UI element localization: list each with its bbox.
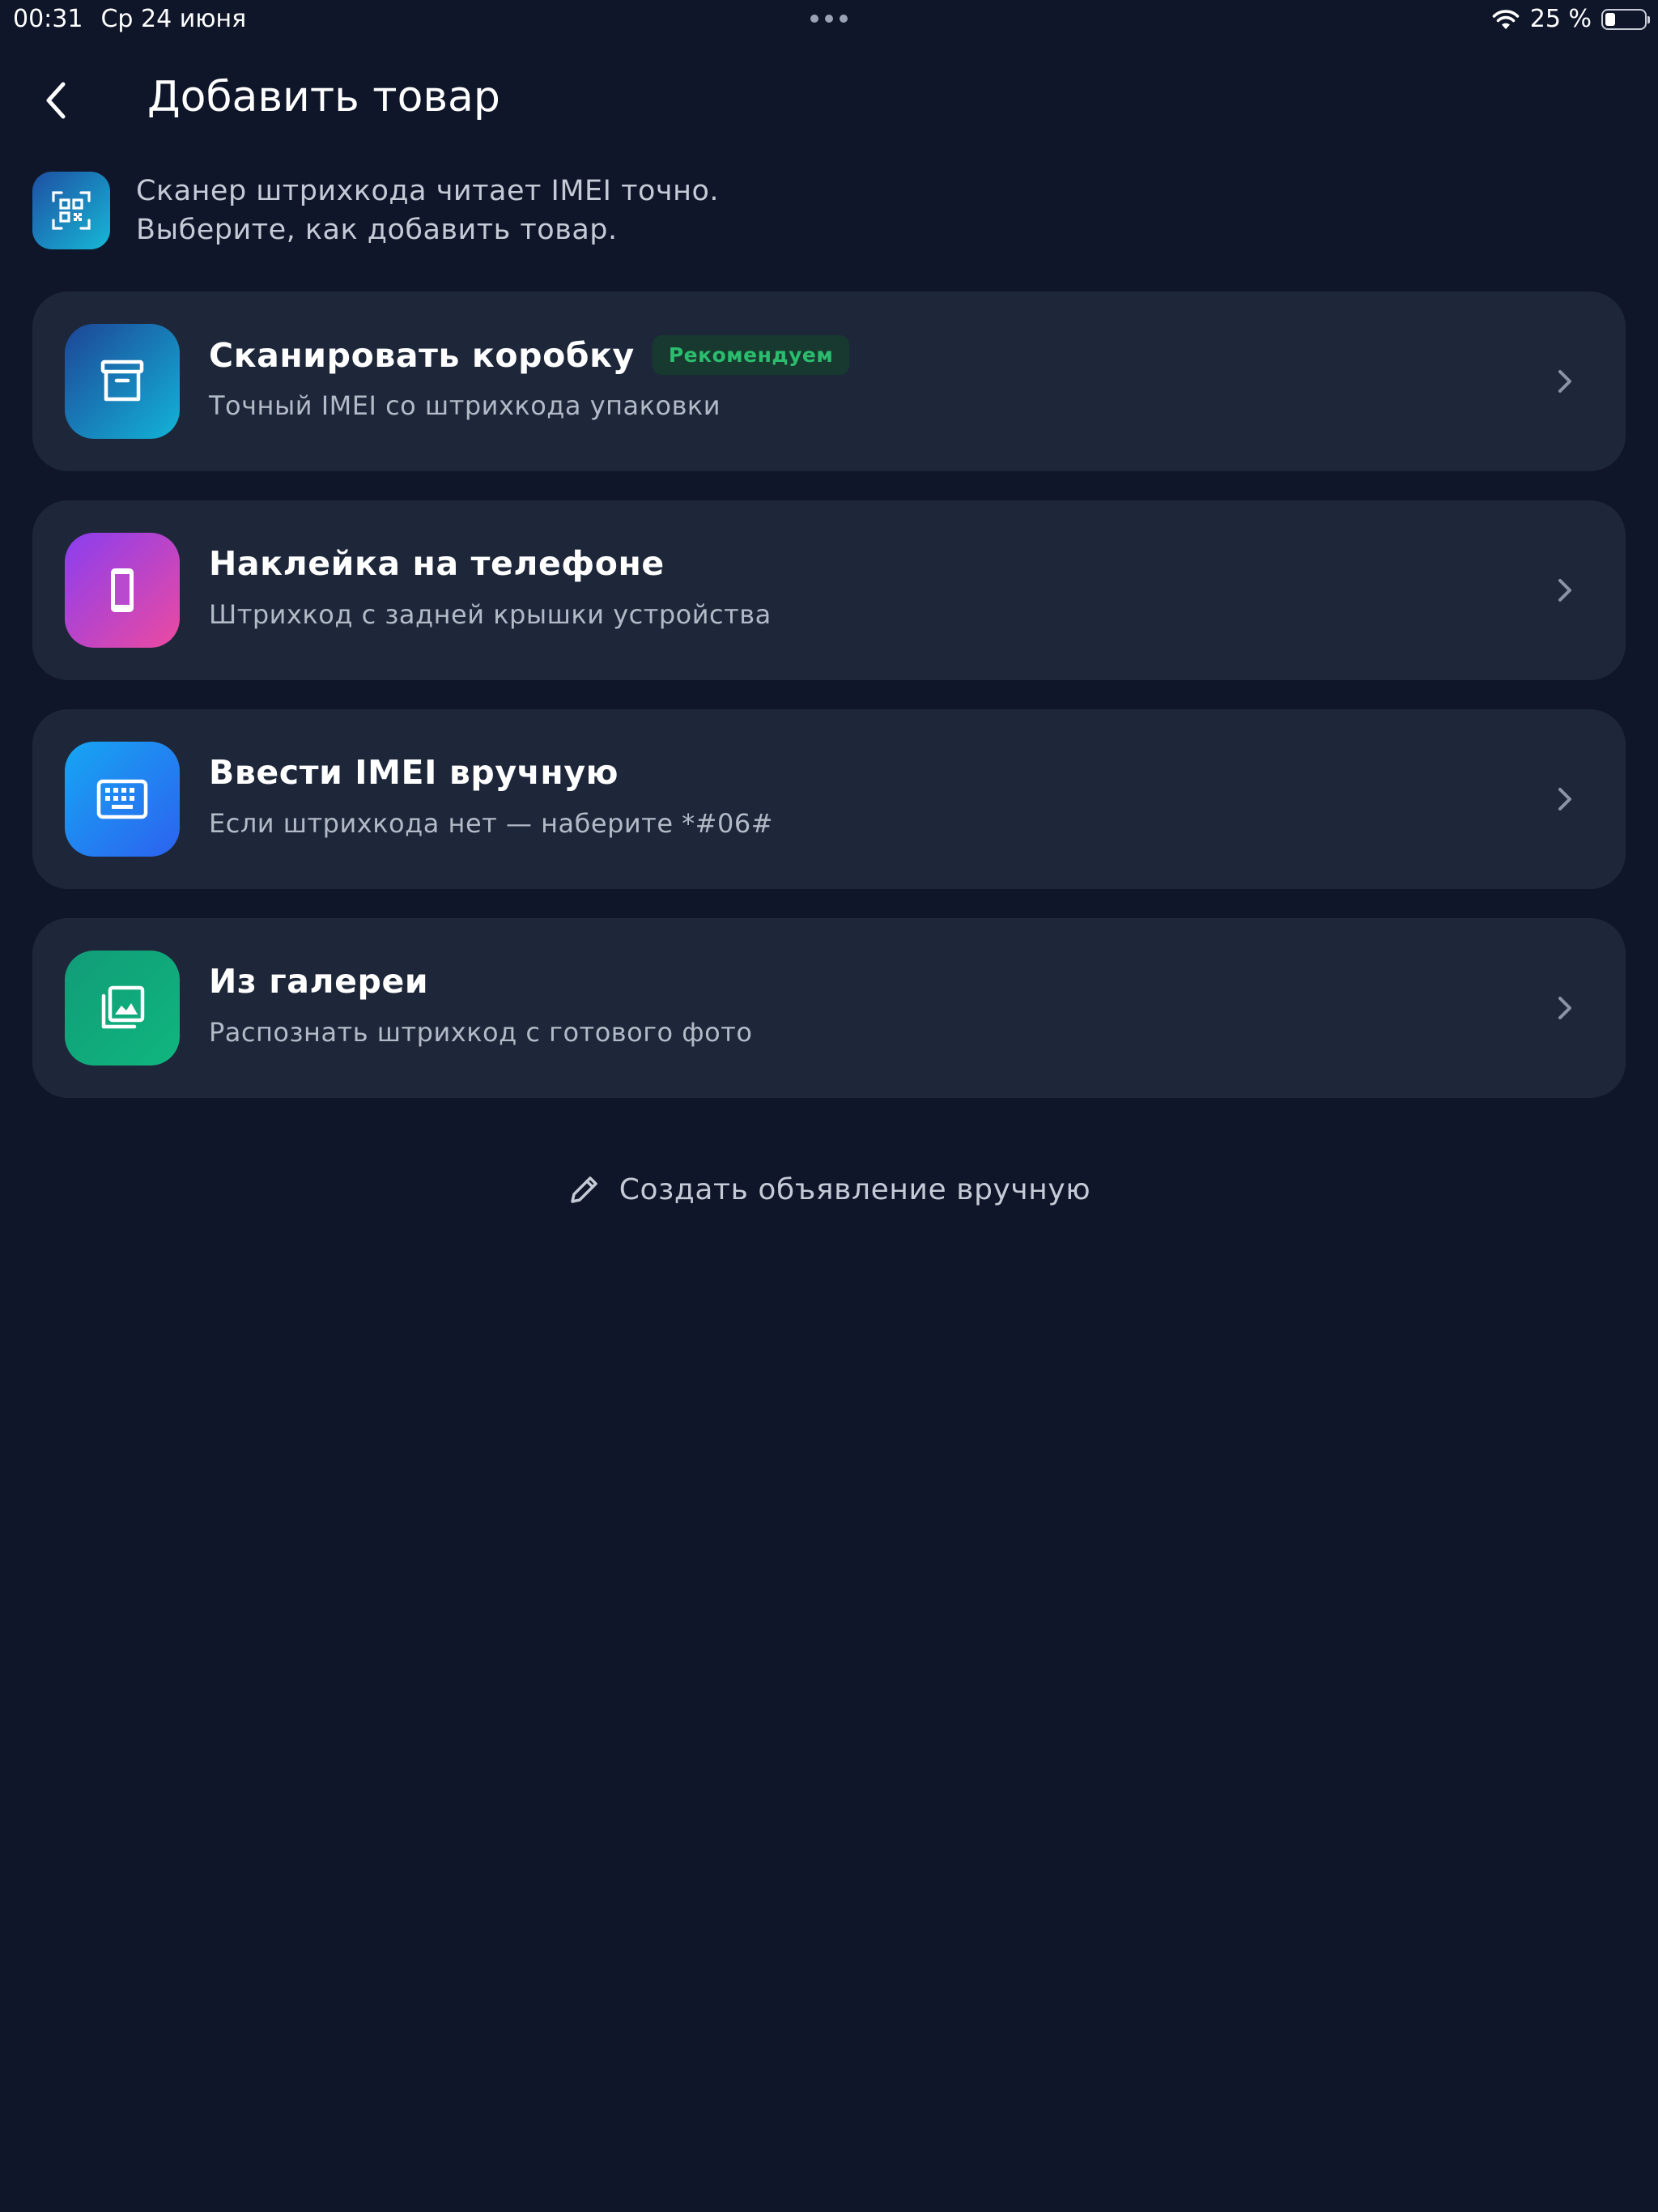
option-subtitle: Точный IMEI со штрихкода упаковки <box>209 390 721 421</box>
multitasking-dots-icon[interactable] <box>810 15 848 23</box>
option-scan-box[interactable]: Сканировать коробку Рекомендуем Точный I… <box>32 291 1626 471</box>
option-title: Ввести IMEI вручную <box>209 753 619 792</box>
chevron-right-icon <box>1545 570 1585 610</box>
pencil-icon <box>571 1176 597 1203</box>
header: Добавить товар <box>0 65 1658 133</box>
option-from-gallery[interactable]: Из галереи Распознать штрихкод с готовог… <box>32 918 1626 1098</box>
option-subtitle: Если штрихкода нет — наберите *#06# <box>209 808 774 839</box>
page-title: Добавить товар <box>147 73 500 121</box>
option-subtitle: Штрихкод с задней крышки устройства <box>209 599 772 630</box>
option-subtitle: Распознать штрихкод с готового фото <box>209 1017 753 1048</box>
wifi-icon <box>1492 9 1520 29</box>
option-title: Наклейка на телефоне <box>209 544 665 583</box>
intro-section: Сканер штрихкода читает IMEI точно. Выбе… <box>32 172 1626 253</box>
qr-scan-icon <box>32 172 110 249</box>
chevron-right-icon <box>1545 988 1585 1028</box>
back-button[interactable] <box>31 74 83 126</box>
status-time: 00:31 <box>13 5 83 33</box>
chevron-right-icon <box>1545 361 1585 402</box>
archive-box-icon <box>65 324 180 439</box>
chevron-left-icon <box>46 82 66 119</box>
recommended-badge: Рекомендуем <box>652 335 850 375</box>
gallery-icon <box>65 951 180 1066</box>
create-listing-manually-link[interactable]: Создать объявление вручную <box>0 1172 1658 1206</box>
option-title: Из галереи <box>209 962 429 1001</box>
keyboard-icon <box>65 742 180 857</box>
status-left: 00:31 Ср 24 июня <box>13 5 246 33</box>
phone-icon <box>65 533 180 648</box>
intro-text: Сканер штрихкода читает IMEI точно. Выбе… <box>136 172 719 249</box>
option-manual-imei[interactable]: Ввести IMEI вручную Если штрихкода нет —… <box>32 709 1626 889</box>
status-right: 25 % <box>1491 5 1650 33</box>
manual-link-label: Создать объявление вручную <box>619 1172 1091 1206</box>
option-phone-sticker[interactable]: Наклейка на телефоне Штрихкод с задней к… <box>32 500 1626 680</box>
option-title: Сканировать коробку <box>209 335 635 375</box>
status-date: Ср 24 июня <box>100 5 247 33</box>
battery-icon <box>1601 8 1650 30</box>
options-list: Сканировать коробку Рекомендуем Точный I… <box>32 291 1626 1127</box>
chevron-right-icon <box>1545 779 1585 819</box>
battery-percent: 25 % <box>1529 5 1592 33</box>
intro-line-2: Выберите, как добавить товар. <box>136 214 618 246</box>
status-bar: 00:31 Ср 24 июня 25 % <box>0 0 1658 40</box>
intro-line-1: Сканер штрихкода читает IMEI точно. <box>136 175 719 207</box>
